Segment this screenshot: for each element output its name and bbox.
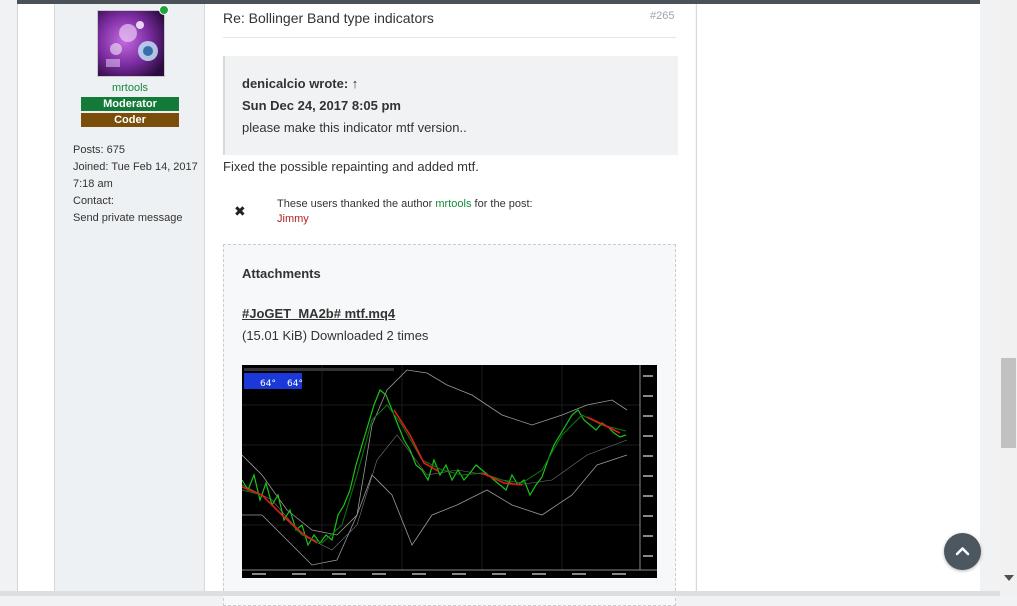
- online-status-icon: [159, 5, 169, 15]
- bottom-edge: [0, 591, 1000, 596]
- quote-author[interactable]: denicalcio wrote: ↑: [242, 76, 358, 91]
- quote-date: Sun Dec 24, 2017 8:05 pm: [242, 98, 401, 113]
- scrollbar-thumb[interactable]: [1001, 358, 1016, 448]
- attachment-image[interactable]: 64° 64°: [241, 365, 657, 578]
- thanks-prefix: These users thanked the author: [277, 198, 433, 210]
- chart-panel-value: 64°: [287, 379, 303, 389]
- post-title-link[interactable]: Re: Bollinger Band type indicators: [223, 10, 434, 26]
- thanked-user-link[interactable]: Jimmy: [277, 212, 533, 227]
- attachments-title: Attachments: [242, 266, 321, 281]
- title-divider: [223, 37, 676, 38]
- rank-moderator-badge: Moderator: [81, 97, 179, 111]
- close-icon[interactable]: ✖: [234, 203, 246, 220]
- posts-label: Posts:: [73, 144, 104, 156]
- scrollbar[interactable]: [1000, 0, 1017, 596]
- rank-coder-badge: Coder: [81, 113, 179, 127]
- post-number-link[interactable]: #265: [650, 10, 674, 22]
- chart-panel-value: 64°: [260, 379, 276, 389]
- attachment-file-meta: (15.01 KiB) Downloaded 2 times: [242, 328, 429, 343]
- username-link[interactable]: mrtools: [80, 82, 180, 94]
- joined-label: Joined:: [73, 161, 109, 173]
- scroll-down-arrow-icon[interactable]: [1004, 575, 1014, 581]
- thanks-list: These users thanked the author mrtools f…: [277, 197, 533, 227]
- chevron-up-icon: [955, 547, 970, 556]
- post-content: Fixed the possible repainting and added …: [223, 159, 479, 174]
- contact-label: Contact:: [73, 195, 114, 207]
- chart-screenshot: 64° 64°: [241, 365, 657, 578]
- attachment-file-link[interactable]: #JoGET_MA2b# mtf.mq4: [242, 306, 395, 321]
- thanks-suffix: for the post:: [474, 198, 533, 210]
- back-to-top-button[interactable]: [944, 533, 981, 570]
- quote-text: please make this indicator mtf version..: [242, 120, 467, 135]
- profile-details: Posts: 675 Joined: Tue Feb 14, 2017 7:18…: [73, 142, 198, 227]
- send-private-message-link[interactable]: Send private message: [73, 210, 198, 227]
- thanks-author-link[interactable]: mrtools: [435, 198, 471, 210]
- avatar[interactable]: [97, 10, 165, 77]
- avatar-image: [98, 11, 164, 76]
- posts-count-link[interactable]: 675: [107, 144, 125, 156]
